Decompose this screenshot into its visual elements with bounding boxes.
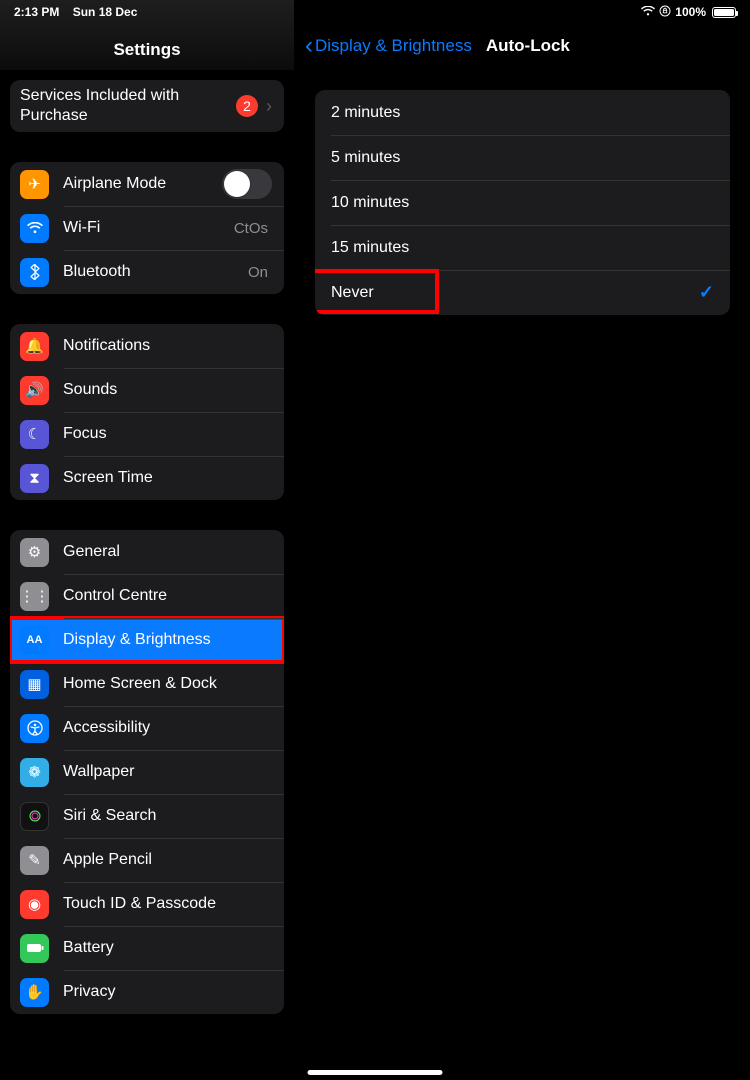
airplane-icon: ✈ xyxy=(20,170,49,199)
flower-icon: ❁ xyxy=(20,758,49,787)
switches-icon: ⋮⋮ xyxy=(20,582,49,611)
sidebar-item-pencil[interactable]: ✎ Apple Pencil xyxy=(10,838,284,882)
siri-icon xyxy=(20,802,49,831)
sidebar-item-notifications[interactable]: 🔔 Notifications xyxy=(10,324,284,368)
status-date: Sun 18 Dec xyxy=(73,5,138,19)
group-notifications: 🔔 Notifications 🔊 Sounds ☾ Focus ⧗ Scree… xyxy=(10,324,284,500)
fingerprint-icon: ◉ xyxy=(20,890,49,919)
option-15min[interactable]: 15 minutes xyxy=(315,225,730,270)
sidebar-item-focus[interactable]: ☾ Focus xyxy=(10,412,284,456)
services-label: Services Included with Purchase xyxy=(20,86,236,126)
sidebar-item-privacy[interactable]: ✋ Privacy xyxy=(10,970,284,1014)
speaker-icon: 🔊 xyxy=(20,376,49,405)
battery-percent: 100% xyxy=(675,5,706,19)
bell-icon: 🔔 xyxy=(20,332,49,361)
back-label: Display & Brightness xyxy=(315,36,472,56)
sidebar-item-sounds[interactable]: 🔊 Sounds xyxy=(10,368,284,412)
chevron-left-icon: ‹ xyxy=(305,39,313,53)
sidebar-item-battery[interactable]: Battery xyxy=(10,926,284,970)
wifi-icon xyxy=(20,214,49,243)
battery-icon xyxy=(20,934,49,963)
orientation-lock-icon xyxy=(659,5,671,20)
pencil-icon: ✎ xyxy=(20,846,49,875)
services-badge: 2 xyxy=(236,95,258,117)
chevron-right-icon: › xyxy=(266,96,272,117)
wifi-icon xyxy=(641,6,655,19)
sidebar-item-siri[interactable]: Siri & Search xyxy=(10,794,284,838)
checkmark-icon: ✓ xyxy=(699,282,714,303)
autolock-options: 2 minutes 5 minutes 10 minutes 15 minute… xyxy=(315,90,730,315)
status-bar: 2:13 PM Sun 18 Dec 100% xyxy=(0,0,750,22)
sidebar-item-accessibility[interactable]: Accessibility xyxy=(10,706,284,750)
sidebar-item-bluetooth[interactable]: Bluetooth On xyxy=(10,250,284,294)
home-indicator[interactable] xyxy=(308,1070,443,1075)
sidebar-item-display[interactable]: AA Display & Brightness xyxy=(10,618,284,662)
status-time: 2:13 PM xyxy=(14,5,59,19)
bluetooth-icon xyxy=(20,258,49,287)
sidebar-item-wifi[interactable]: Wi-Fi CtOs xyxy=(10,206,284,250)
back-button[interactable]: ‹ Display & Brightness xyxy=(305,36,472,56)
group-connectivity: ✈ Airplane Mode Wi-Fi CtOs Bluetooth On xyxy=(10,162,284,294)
sidebar-item-touchid[interactable]: ◉ Touch ID & Passcode xyxy=(10,882,284,926)
sidebar-item-general[interactable]: ⚙ General xyxy=(10,530,284,574)
sidebar-item-controlcentre[interactable]: ⋮⋮ Control Centre xyxy=(10,574,284,618)
person-icon xyxy=(20,714,49,743)
grid-icon: ▦ xyxy=(20,670,49,699)
sidebar-item-wallpaper[interactable]: ❁ Wallpaper xyxy=(10,750,284,794)
detail-title: Auto-Lock xyxy=(486,36,570,56)
option-5min[interactable]: 5 minutes xyxy=(315,135,730,180)
airplane-toggle[interactable] xyxy=(222,169,272,199)
hand-icon: ✋ xyxy=(20,978,49,1007)
moon-icon: ☾ xyxy=(20,420,49,449)
hourglass-icon: ⧗ xyxy=(20,464,49,493)
option-never[interactable]: Never ✓ xyxy=(315,270,730,315)
aa-icon: AA xyxy=(20,626,49,655)
option-10min[interactable]: 10 minutes xyxy=(315,180,730,225)
battery-icon xyxy=(712,7,736,18)
sidebar-item-screentime[interactable]: ⧗ Screen Time xyxy=(10,456,284,500)
sidebar-item-services[interactable]: Services Included with Purchase 2 › xyxy=(10,80,284,132)
sidebar-item-homescreen[interactable]: ▦ Home Screen & Dock xyxy=(10,662,284,706)
settings-sidebar: Settings Services Included with Purchase… xyxy=(0,0,295,1080)
sidebar-item-airplane[interactable]: ✈ Airplane Mode xyxy=(10,162,284,206)
detail-pane: ‹ Display & Brightness Auto-Lock 2 minut… xyxy=(295,0,750,1080)
sidebar-title: Settings xyxy=(113,40,180,60)
group-services: Services Included with Purchase 2 › xyxy=(10,80,284,132)
option-2min[interactable]: 2 minutes xyxy=(315,90,730,135)
gear-icon: ⚙ xyxy=(20,538,49,567)
group-general: ⚙ General ⋮⋮ Control Centre AA Display &… xyxy=(10,530,284,1014)
